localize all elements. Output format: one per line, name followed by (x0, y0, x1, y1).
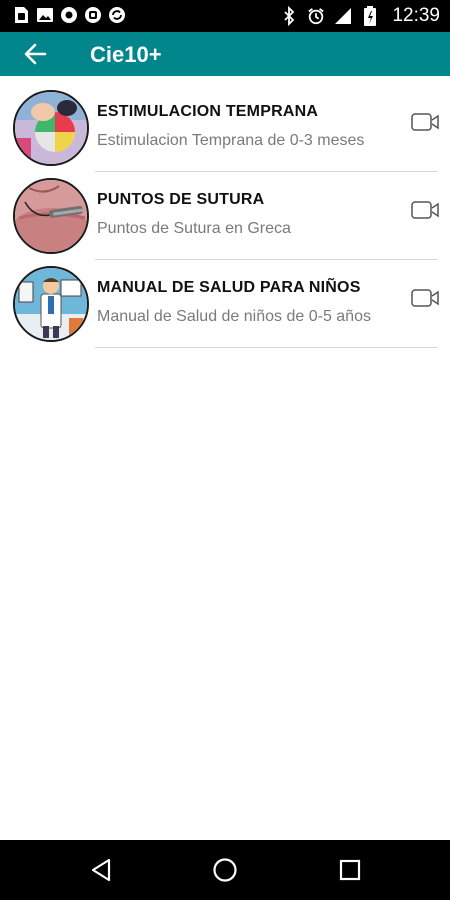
item-subtitle: Manual de Salud de niños de 0-5 años (97, 308, 371, 325)
video-camera-icon[interactable] (411, 287, 439, 309)
clock: 12:39 (392, 5, 440, 26)
item-title: PUNTOS DE SUTURA (97, 191, 265, 208)
image-icon (37, 8, 53, 22)
doctor-illustration (13, 266, 89, 342)
item-subtitle: Estimulacion Temprana de 0-3 meses (97, 132, 365, 149)
nav-home-button[interactable] (211, 856, 239, 884)
bluetooth-icon (284, 6, 295, 26)
nav-recents-button[interactable] (336, 856, 364, 884)
battery-icon (364, 6, 377, 26)
navigation-bar (0, 840, 450, 900)
alarm-icon (308, 8, 325, 25)
item-title: ESTIMULACION TEMPRANA (97, 103, 319, 120)
item-title: MANUAL DE SALUD PARA NIÑOS (97, 279, 361, 296)
back-button[interactable] (20, 40, 50, 68)
divider (95, 347, 438, 348)
list-item-puntos-de-sutura[interactable]: PUNTOS DE SUTURA Puntos de Sutura en Gre… (0, 172, 450, 260)
list-item-estimulacion-temprana[interactable]: ESTIMULACION TEMPRANA Estimulacion Tempr… (0, 84, 450, 172)
system-icons: 12:39 (280, 5, 440, 27)
app-title: Cie10+ (90, 42, 162, 67)
status-bar: 12:39 (0, 0, 450, 32)
sync-logo-icon (109, 7, 125, 23)
baby-with-ball-photo (13, 90, 89, 166)
item-subtitle: Puntos de Sutura en Greca (97, 220, 291, 237)
video-list: ESTIMULACION TEMPRANA Estimulacion Tempr… (0, 84, 450, 348)
home-circle-icon (213, 858, 237, 882)
s-logo-icon (85, 7, 101, 23)
circle-dot-icon (61, 7, 77, 23)
signal-icon (335, 8, 352, 24)
app-bar: Cie10+ (0, 32, 450, 76)
sim-card-icon (15, 7, 28, 23)
video-camera-icon[interactable] (411, 111, 439, 133)
list-item-manual-de-salud[interactable]: MANUAL DE SALUD PARA NIÑOS Manual de Sal… (0, 260, 450, 348)
suture-stitch-photo (13, 178, 89, 254)
video-camera-icon[interactable] (411, 199, 439, 221)
recents-square-icon (339, 859, 361, 881)
notification-icons (12, 6, 126, 24)
nav-back-button[interactable] (87, 856, 115, 884)
arrow-left-icon (24, 43, 47, 65)
back-triangle-icon (91, 858, 111, 882)
